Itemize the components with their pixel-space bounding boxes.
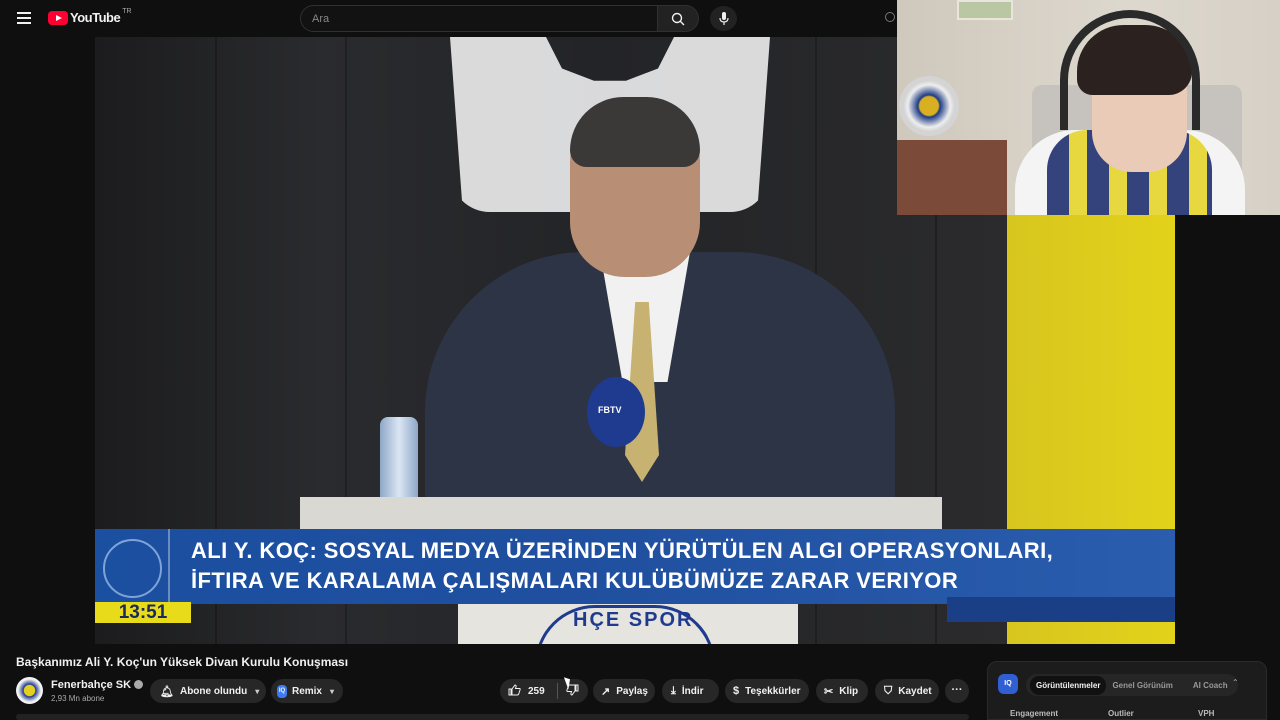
clip-label: Klip — [839, 685, 859, 697]
like-button[interactable] — [508, 683, 521, 699]
thanks-icon: $ — [733, 685, 740, 697]
scissors-icon: ✂ — [824, 685, 834, 698]
chevron-up-icon[interactable]: ⌃ — [1232, 678, 1239, 687]
extension-logo[interactable]: IQ — [998, 674, 1018, 694]
remix-label: Remix — [291, 685, 322, 697]
comments-area-edge — [16, 714, 969, 720]
analytics-extension-panel: IQ Görüntülenmeler Genel Görünüm AI Coac… — [987, 661, 1267, 720]
column-engagement: Engagement — [1010, 709, 1059, 718]
column-outlier: Outlier — [1108, 709, 1134, 718]
share-label: Paylaş — [616, 685, 648, 697]
webcam-overlay — [897, 0, 1280, 215]
chevron-down-icon: ▾ — [329, 686, 334, 696]
lower-third-stripe — [947, 597, 1175, 622]
column-vph: VPH — [1198, 709, 1215, 718]
clip-button[interactable]: ✂ Klip — [816, 679, 868, 703]
channel-avatar[interactable] — [16, 677, 43, 704]
menu-icon[interactable] — [14, 9, 34, 29]
chevron-down-icon: ▾ — [255, 686, 260, 696]
thanks-label: Teşekkürler — [745, 685, 801, 697]
headline-line-2: İFTIRA VE KARALAMA ÇALIŞMALARI KULÜBÜMÜZ… — [191, 568, 959, 593]
podium-logo-text: HÇE SPOR — [573, 609, 694, 631]
like-icon — [508, 683, 521, 695]
like-count: 259 — [528, 685, 545, 697]
search-input[interactable] — [301, 6, 657, 31]
headline-line-1: ALI Y. KOÇ: SOSYAL MEDYA ÜZERİNDEN YÜRÜT… — [191, 538, 1054, 563]
search-icon — [671, 12, 685, 25]
bookmark-icon: ⛉ — [884, 684, 893, 697]
create-icon[interactable] — [885, 12, 895, 22]
tab-overview[interactable]: Genel Görünüm — [1106, 676, 1178, 695]
tab-ai-coach[interactable]: AI Coach — [1187, 676, 1234, 695]
channel-name: Fenerbahçe SK — [51, 679, 132, 691]
wall-frame — [957, 0, 1013, 20]
shelf — [897, 140, 1007, 215]
subscribe-label: Abone olundu — [179, 685, 248, 697]
search-button[interactable] — [657, 5, 699, 32]
share-icon: ↗ — [601, 685, 611, 698]
more-actions-button[interactable]: ··· — [945, 679, 969, 703]
subscribe-button[interactable]: 🔔︎ Abone olundu ▾ — [150, 679, 266, 703]
bell-icon: 🔔︎ — [160, 685, 174, 698]
save-button[interactable]: ⛉ Kaydet — [875, 679, 939, 703]
download-label: İndir — [681, 685, 704, 697]
thanks-button[interactable]: $ Teşekkürler — [725, 679, 809, 703]
club-emblem-icon — [95, 529, 170, 604]
youtube-logo[interactable]: YouTube TR — [48, 8, 132, 25]
broadcast-clock: 13:51 — [95, 602, 191, 623]
like-dislike-group: 259 — [500, 679, 588, 703]
save-label: Kaydet — [898, 685, 932, 697]
logo-text: YouTube — [70, 10, 121, 25]
tab-views[interactable]: Görüntülenmeler — [1030, 675, 1107, 695]
download-button[interactable]: ⤓ İndir — [662, 679, 719, 703]
extension-tabs: Görüntülenmeler Genel Görünüm AI Coach — [1026, 674, 1238, 696]
divider — [556, 683, 558, 699]
video-title: Başkanımız Ali Y. Koç'un Yüksek Divan Ku… — [16, 655, 349, 669]
subscriber-count: 2,93 Mn abone — [51, 694, 105, 703]
club-clock-icon — [899, 76, 959, 136]
channel-name-link[interactable]: Fenerbahçe SK — [51, 679, 144, 691]
share-button[interactable]: ↗ Paylaş — [593, 679, 655, 703]
verified-icon — [134, 680, 144, 689]
youtube-logo-icon — [48, 10, 68, 25]
search-box — [300, 5, 658, 32]
mic-icon — [718, 11, 729, 25]
voice-search-button[interactable] — [710, 6, 737, 31]
mic-label: FBTV — [598, 405, 622, 415]
download-icon: ⤓ — [671, 684, 676, 697]
country-code: TR — [122, 8, 132, 15]
remix-icon: IQ — [277, 684, 287, 698]
remix-button[interactable]: IQ Remix ▾ — [271, 679, 343, 703]
